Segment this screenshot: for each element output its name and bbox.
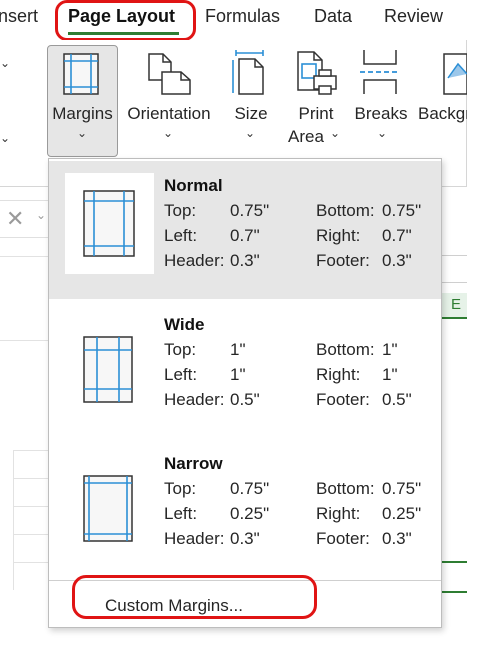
cancel-x-icon[interactable]: ✕ (6, 206, 24, 232)
chevron-down-icon[interactable]: ⌄ (377, 126, 387, 140)
right-label: Right: (316, 504, 361, 523)
bottom-label: Bottom: (316, 201, 375, 220)
print-area-label-line2[interactable]: Area (286, 127, 326, 147)
bottom-value: 0.75" (382, 201, 422, 220)
footer-value: 0.3" (382, 251, 412, 270)
bottom-label: Bottom: (316, 479, 375, 498)
chevron-down-icon[interactable]: ⌄ (0, 56, 10, 70)
margins-icon (63, 53, 99, 95)
gridline (13, 562, 48, 563)
selection-border (442, 591, 467, 593)
preset-name: Wide (164, 315, 205, 334)
annotation-outline-custom-margins (72, 575, 317, 619)
chevron-down-icon: ⌄ (77, 126, 88, 140)
right-value: 1" (382, 365, 398, 384)
gridline (13, 478, 48, 479)
right-value: 0.25" (382, 504, 422, 523)
background-label[interactable]: Backgr (418, 104, 467, 124)
header-label: Header: (164, 251, 225, 270)
footer-value: 0.5" (382, 390, 412, 409)
tab-data[interactable]: Data (314, 6, 352, 27)
preset-name: Narrow (164, 454, 223, 473)
gridline (13, 450, 48, 451)
breaks-icon[interactable] (360, 50, 400, 96)
orientation-label[interactable]: Orientation (123, 104, 215, 124)
gridline (13, 450, 14, 590)
header-label: Header: (164, 529, 225, 548)
bottom-value: 0.75" (382, 479, 422, 498)
bottom-value: 1" (382, 340, 398, 359)
margin-preset-wide[interactable]: Wide Top: 1" Left: 1" Header: 0.5" Botto… (49, 300, 441, 438)
left-label: Left: (164, 226, 198, 245)
background-icon[interactable] (440, 52, 467, 96)
right-label: Right: (316, 226, 361, 245)
footer-label: Footer: (316, 529, 370, 548)
print-area-icon[interactable] (296, 50, 340, 96)
left-label: Left: (164, 504, 198, 523)
sheet-divider (0, 340, 48, 341)
margins-dropdown-menu: Normal Top: 0.75" Left: 0.7" Header: 0.3… (48, 158, 442, 628)
margin-preset-normal[interactable]: Normal Top: 0.75" Left: 0.7" Header: 0.3… (49, 161, 441, 299)
chevron-down-icon[interactable]: ⌄ (330, 126, 340, 140)
footer-label: Footer: (316, 251, 370, 270)
top-label: Top: (164, 201, 197, 220)
gridline (13, 506, 48, 507)
gridline (442, 282, 467, 283)
page-margins-normal-icon (83, 190, 135, 257)
top-value: 0.75" (230, 479, 270, 498)
breaks-label[interactable]: Breaks (353, 104, 409, 124)
size-icon[interactable] (230, 50, 268, 96)
column-header-e[interactable]: E (442, 293, 467, 319)
page-margins-wide-icon (83, 336, 133, 403)
left-value: 1" (230, 365, 246, 384)
tab-insert[interactable]: nsert (0, 6, 38, 27)
size-label[interactable]: Size (230, 104, 272, 124)
chevron-down-icon[interactable]: ⌄ (36, 208, 46, 222)
left-label: Left: (164, 365, 198, 384)
header-value: 0.3" (230, 251, 260, 270)
gridline (442, 255, 467, 256)
chevron-down-icon[interactable]: ⌄ (245, 126, 255, 140)
column-e-label: E (451, 296, 462, 313)
top-label: Top: (164, 340, 197, 359)
chevron-down-icon[interactable]: ⌄ (0, 131, 10, 145)
footer-label: Footer: (316, 390, 370, 409)
selection-border (442, 561, 467, 563)
tab-review[interactable]: Review (384, 6, 443, 27)
left-value: 0.25" (230, 504, 270, 523)
left-value: 0.7" (230, 226, 260, 245)
print-area-label-line1[interactable]: Print (292, 104, 340, 124)
top-label: Top: (164, 479, 197, 498)
page-margins-narrow-icon (83, 475, 133, 542)
chevron-down-icon[interactable]: ⌄ (163, 126, 173, 140)
header-label: Header: (164, 390, 225, 409)
top-value: 1" (230, 340, 246, 359)
tab-formulas[interactable]: Formulas (205, 6, 280, 27)
footer-value: 0.3" (382, 529, 412, 548)
sheet-divider (0, 256, 48, 257)
margin-preset-narrow[interactable]: Narrow Top: 0.75" Left: 0.25" Header: 0.… (49, 439, 441, 577)
top-value: 0.75" (230, 201, 270, 220)
orientation-icon[interactable] (146, 52, 192, 96)
gridline (13, 534, 48, 535)
header-value: 0.3" (230, 529, 260, 548)
preset-name: Normal (164, 176, 223, 195)
right-value: 0.7" (382, 226, 412, 245)
bottom-label: Bottom: (316, 340, 375, 359)
right-label: Right: (316, 365, 361, 384)
header-value: 0.5" (230, 390, 260, 409)
annotation-outline-page-layout (55, 0, 196, 41)
normal-thumbnail (65, 173, 154, 274)
margins-label: Margins (52, 104, 113, 123)
